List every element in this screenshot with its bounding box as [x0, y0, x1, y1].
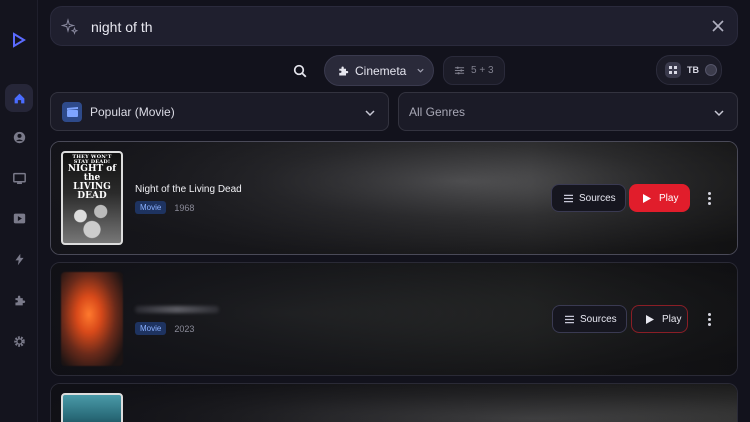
app-logo-icon[interactable] — [11, 32, 27, 48]
list-icon — [564, 194, 573, 202]
more-options-icon[interactable] — [701, 189, 717, 207]
backdrop-image — [51, 384, 737, 422]
result-row[interactable]: Movie 2023 Sources Play — [50, 262, 738, 376]
search-bar — [50, 6, 738, 46]
sparkle-icon — [61, 18, 79, 35]
chevron-down-icon — [417, 68, 424, 73]
search-input[interactable] — [91, 16, 691, 38]
user-initials: TB — [687, 65, 699, 75]
play-button[interactable]: Play — [629, 184, 690, 212]
nav-addons[interactable] — [5, 286, 33, 314]
search-button[interactable] — [284, 56, 316, 86]
catalog-select[interactable]: Popular (Movie) — [50, 92, 389, 131]
gear-icon — [13, 335, 25, 347]
search-icon — [293, 64, 307, 78]
nav-home[interactable] — [5, 84, 33, 112]
tv-icon — [12, 172, 26, 184]
more-options-icon[interactable] — [701, 310, 717, 328]
nav-settings[interactable] — [5, 327, 33, 355]
addon-selector[interactable]: Cinemeta — [324, 55, 434, 86]
play-label: Play — [659, 192, 679, 204]
play-box-icon — [13, 213, 25, 223]
chevron-down-icon — [365, 110, 375, 117]
play-label: Play — [662, 313, 682, 325]
play-icon — [646, 314, 654, 324]
avatar — [705, 64, 717, 76]
puzzle-icon — [14, 295, 25, 305]
lightning-icon — [14, 253, 24, 265]
genre-select[interactable]: All Genres — [398, 92, 738, 131]
release-year: 2023 — [174, 323, 195, 334]
result-meta: Movie 1968 — [135, 201, 194, 214]
list-icon — [565, 315, 574, 323]
result-meta: Movie 2023 — [135, 322, 194, 335]
result-title[interactable]: Night of the Living Dead — [135, 184, 242, 195]
catalog-select-value: Popular (Movie) — [90, 104, 175, 119]
home-icon — [14, 93, 24, 103]
play-icon — [643, 193, 651, 203]
addon-label: Cinemeta — [355, 63, 407, 78]
sources-button[interactable]: Sources — [552, 305, 627, 333]
type-badge: Movie — [135, 201, 167, 214]
sources-label: Sources — [579, 192, 616, 204]
result-row[interactable]: THEY WON'T STAY DEAD! NIGHT of the LIVIN… — [50, 141, 738, 255]
poster-image[interactable] — [61, 393, 123, 422]
profile-button[interactable]: TB — [656, 55, 722, 85]
release-year: 1968 — [174, 202, 195, 213]
puzzle-icon — [339, 66, 349, 75]
clapperboard-icon — [62, 101, 82, 122]
user-icon — [13, 131, 25, 143]
nav-profile[interactable] — [5, 123, 33, 151]
play-button[interactable]: Play — [631, 305, 688, 333]
grid-icon — [665, 62, 681, 78]
close-icon[interactable] — [711, 19, 725, 33]
genre-select-value: All Genres — [409, 104, 466, 119]
result-row[interactable] — [50, 383, 738, 422]
poster-title: NIGHT of the LIVING DEAD — [67, 164, 117, 201]
result-title-placeholder — [135, 306, 219, 313]
nav-videos[interactable] — [5, 204, 33, 232]
nav-flash[interactable] — [5, 245, 33, 273]
sources-label: Sources — [580, 313, 617, 325]
poster-image[interactable]: THEY WON'T STAY DEAD! NIGHT of the LIVIN… — [61, 151, 123, 245]
sidebar — [0, 0, 38, 422]
chevron-down-icon — [714, 110, 724, 117]
filters-button[interactable]: 5 + 3 — [443, 56, 505, 85]
nav-tv[interactable] — [5, 164, 33, 192]
sources-button[interactable]: Sources — [551, 184, 626, 212]
sliders-icon — [454, 66, 465, 75]
poster-image[interactable] — [61, 272, 123, 366]
filter-count: 5 + 3 — [471, 65, 494, 76]
type-badge: Movie — [135, 322, 167, 335]
